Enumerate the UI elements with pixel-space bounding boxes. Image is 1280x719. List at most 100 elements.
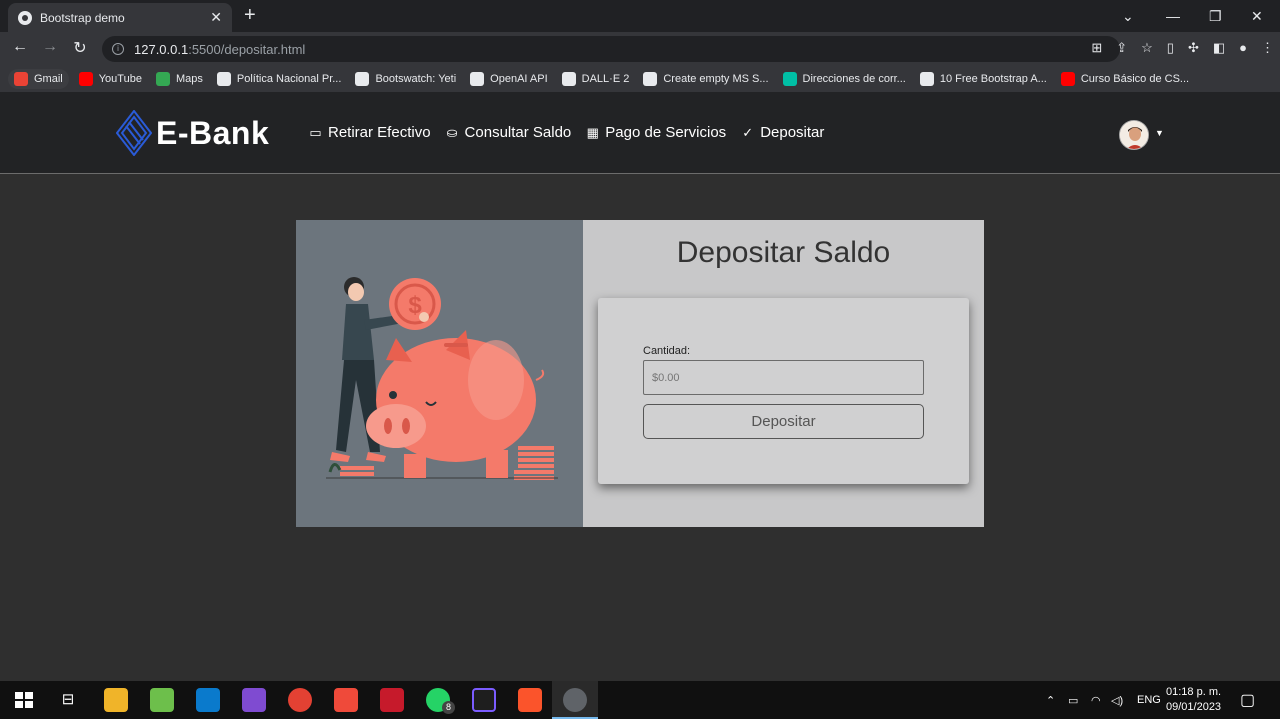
system-clock[interactable]: 01:18 p. m. 09/01/2023	[1166, 685, 1221, 715]
bookmark-star-icon[interactable]: ☆	[1141, 40, 1153, 56]
bookmark-label: 10 Free Bootstrap A...	[939, 72, 1047, 85]
bookmark-label: DALL·E 2	[581, 72, 630, 85]
bookmark-item[interactable]: DALL·E 2	[561, 71, 630, 86]
side-panel-icon[interactable]: ◧	[1213, 40, 1225, 56]
site-info-icon[interactable]: i	[112, 43, 124, 55]
piggy-bank-illustration: $	[326, 277, 558, 480]
visual-studio-icon[interactable]	[242, 688, 266, 712]
clock-date: 09/01/2023	[1166, 701, 1222, 713]
close-tab-icon[interactable]: ✕	[210, 9, 222, 26]
profile-icon[interactable]: ●	[1239, 40, 1247, 56]
new-tab-button[interactable]: +	[244, 4, 256, 27]
bookmark-item[interactable]: 10 Free Bootstrap A...	[919, 71, 1047, 86]
nav-label: Consultar Saldo	[464, 124, 572, 141]
tab-title: Bootstrap demo	[40, 10, 125, 25]
tab-search-icon[interactable]: ⌄	[1122, 0, 1134, 32]
anydesk-icon[interactable]	[334, 688, 358, 712]
excel-icon[interactable]	[150, 688, 174, 712]
page-title: Depositar Saldo	[676, 236, 891, 269]
calculator-icon: ▦	[586, 124, 599, 140]
windows-taskbar: ⊟ 8 ⌃ ▭ ◠ ◁) ENG 01:18 p. m. 09/01/2023 …	[0, 681, 1280, 719]
nav-retirar-efectivo[interactable]: ▭ Retirar Efectivo	[308, 124, 430, 141]
file-explorer-icon[interactable]	[104, 688, 128, 712]
avatar[interactable]	[1119, 120, 1149, 150]
browser-tab-strip: Bootstrap demo ✕ + ⌄ — ❐ ✕	[0, 0, 1280, 32]
brand-name: E-Bank	[156, 114, 270, 151]
user-menu-caret-icon[interactable]: ▼	[1155, 128, 1164, 138]
amount-input[interactable]	[643, 360, 924, 395]
amount-label: Cantidad:	[643, 345, 691, 357]
bookmarks-bar: Gmail YouTube Maps Política Nacional Pr... B…	[0, 65, 1280, 92]
deposit-form: Cantidad: Depositar	[598, 298, 969, 484]
bookmark-item[interactable]: Create empty MS S...	[643, 71, 769, 86]
cash-icon: ▭	[309, 124, 322, 140]
bookmark-favicon-icon	[14, 71, 28, 86]
bookmark-item[interactable]: Bootswatch: Yeti	[355, 71, 457, 86]
whatsapp-badge: 8	[442, 701, 455, 714]
back-button[interactable]: ←	[10, 38, 30, 56]
check-circle-icon: ✓	[742, 124, 754, 140]
forward-button[interactable]: →	[40, 38, 60, 56]
bookmark-favicon-icon	[470, 71, 485, 86]
bookmark-label: Bootswatch: Yeti	[375, 72, 457, 85]
bookmark-item[interactable]: Direcciones de corr...	[782, 71, 906, 86]
bookmark-item[interactable]: Gmail	[8, 68, 69, 89]
bookmark-favicon-icon	[919, 71, 934, 86]
bookmark-item[interactable]: YouTube	[78, 71, 142, 86]
browser-tab[interactable]: Bootstrap demo ✕	[8, 3, 232, 32]
clock-time: 01:18 p. m.	[1166, 686, 1222, 698]
bookmark-label: OpenAI API	[490, 72, 548, 85]
brand-logo-icon	[116, 110, 152, 156]
bookmark-label: Create empty MS S...	[663, 72, 769, 85]
bookmark-favicon-icon	[561, 71, 576, 86]
nav-depositar[interactable]: ✓ Depositar	[740, 124, 824, 141]
bookmark-item[interactable]: OpenAI API	[470, 71, 548, 86]
extensions-icon[interactable]: ✣	[1188, 40, 1199, 56]
translate-icon[interactable]: ⊞	[1091, 40, 1102, 56]
chrome-icon[interactable]	[288, 688, 312, 712]
coins-icon: ⛀	[446, 124, 458, 140]
brave-icon[interactable]	[518, 688, 542, 712]
bookmark-favicon-icon	[216, 71, 231, 86]
bookmark-item[interactable]: Curso Básico de CS...	[1060, 71, 1189, 86]
url-path: :5500/depositar.html	[188, 41, 306, 57]
wifi-icon[interactable]: ◠	[1091, 681, 1101, 719]
active-app-highlight[interactable]	[552, 681, 598, 719]
share-icon[interactable]: ⇪	[1116, 40, 1127, 56]
volume-icon[interactable]: ◁)	[1111, 681, 1123, 719]
bookmark-label: Direcciones de corr...	[802, 72, 906, 85]
close-window-button[interactable]: ✕	[1251, 0, 1263, 32]
device-icon[interactable]: ▯	[1167, 40, 1174, 56]
notifications-icon[interactable]: ▢	[1240, 681, 1255, 719]
windows-start-icon[interactable]	[12, 688, 36, 712]
bookmark-favicon-icon	[782, 71, 797, 86]
show-hidden-icons[interactable]: ⌃	[1046, 681, 1055, 719]
battery-icon[interactable]: ▭	[1068, 681, 1078, 719]
browser-toolbar: ← → ↻ i 127.0.0.1 :5500/depositar.html ⊞…	[0, 32, 1280, 65]
bookmark-favicon-icon	[155, 71, 170, 86]
url-host: 127.0.0.1	[134, 41, 189, 57]
reload-button[interactable]: ↻	[70, 38, 90, 58]
menu-icon[interactable]: ⋮	[1261, 40, 1274, 56]
nav-label: Pago de Servicios	[605, 124, 727, 141]
screen-recorder-icon[interactable]	[380, 688, 404, 712]
task-view-icon[interactable]: ⊟	[56, 688, 80, 712]
bookmark-label: Política Nacional Pr...	[236, 72, 342, 85]
app-navbar: E-Bank ▭ Retirar Efectivo ⛀ Consultar Sa…	[0, 92, 1280, 174]
intellij-icon[interactable]	[472, 688, 496, 712]
nav-label: Depositar	[760, 124, 825, 141]
address-bar[interactable]: i 127.0.0.1 :5500/depositar.html	[102, 36, 1120, 62]
nav-pago-servicios[interactable]: ▦ Pago de Servicios	[585, 124, 727, 141]
brand[interactable]: E-Bank	[116, 110, 269, 156]
deposit-button[interactable]: Depositar	[643, 404, 924, 439]
restore-button[interactable]: ❐	[1209, 0, 1222, 32]
bookmark-item[interactable]: Política Nacional Pr...	[216, 71, 342, 86]
minimize-button[interactable]: —	[1166, 0, 1180, 32]
vscode-icon[interactable]	[196, 688, 220, 712]
language-indicator[interactable]: ENG	[1137, 681, 1161, 719]
bookmark-label: Gmail	[34, 72, 63, 85]
bookmark-item[interactable]: Maps	[155, 71, 203, 86]
nav-consultar-saldo[interactable]: ⛀ Consultar Saldo	[445, 124, 572, 141]
user-avatar-icon	[1120, 121, 1148, 149]
nav-links: ▭ Retirar Efectivo ⛀ Consultar Saldo ▦ P…	[308, 124, 824, 141]
